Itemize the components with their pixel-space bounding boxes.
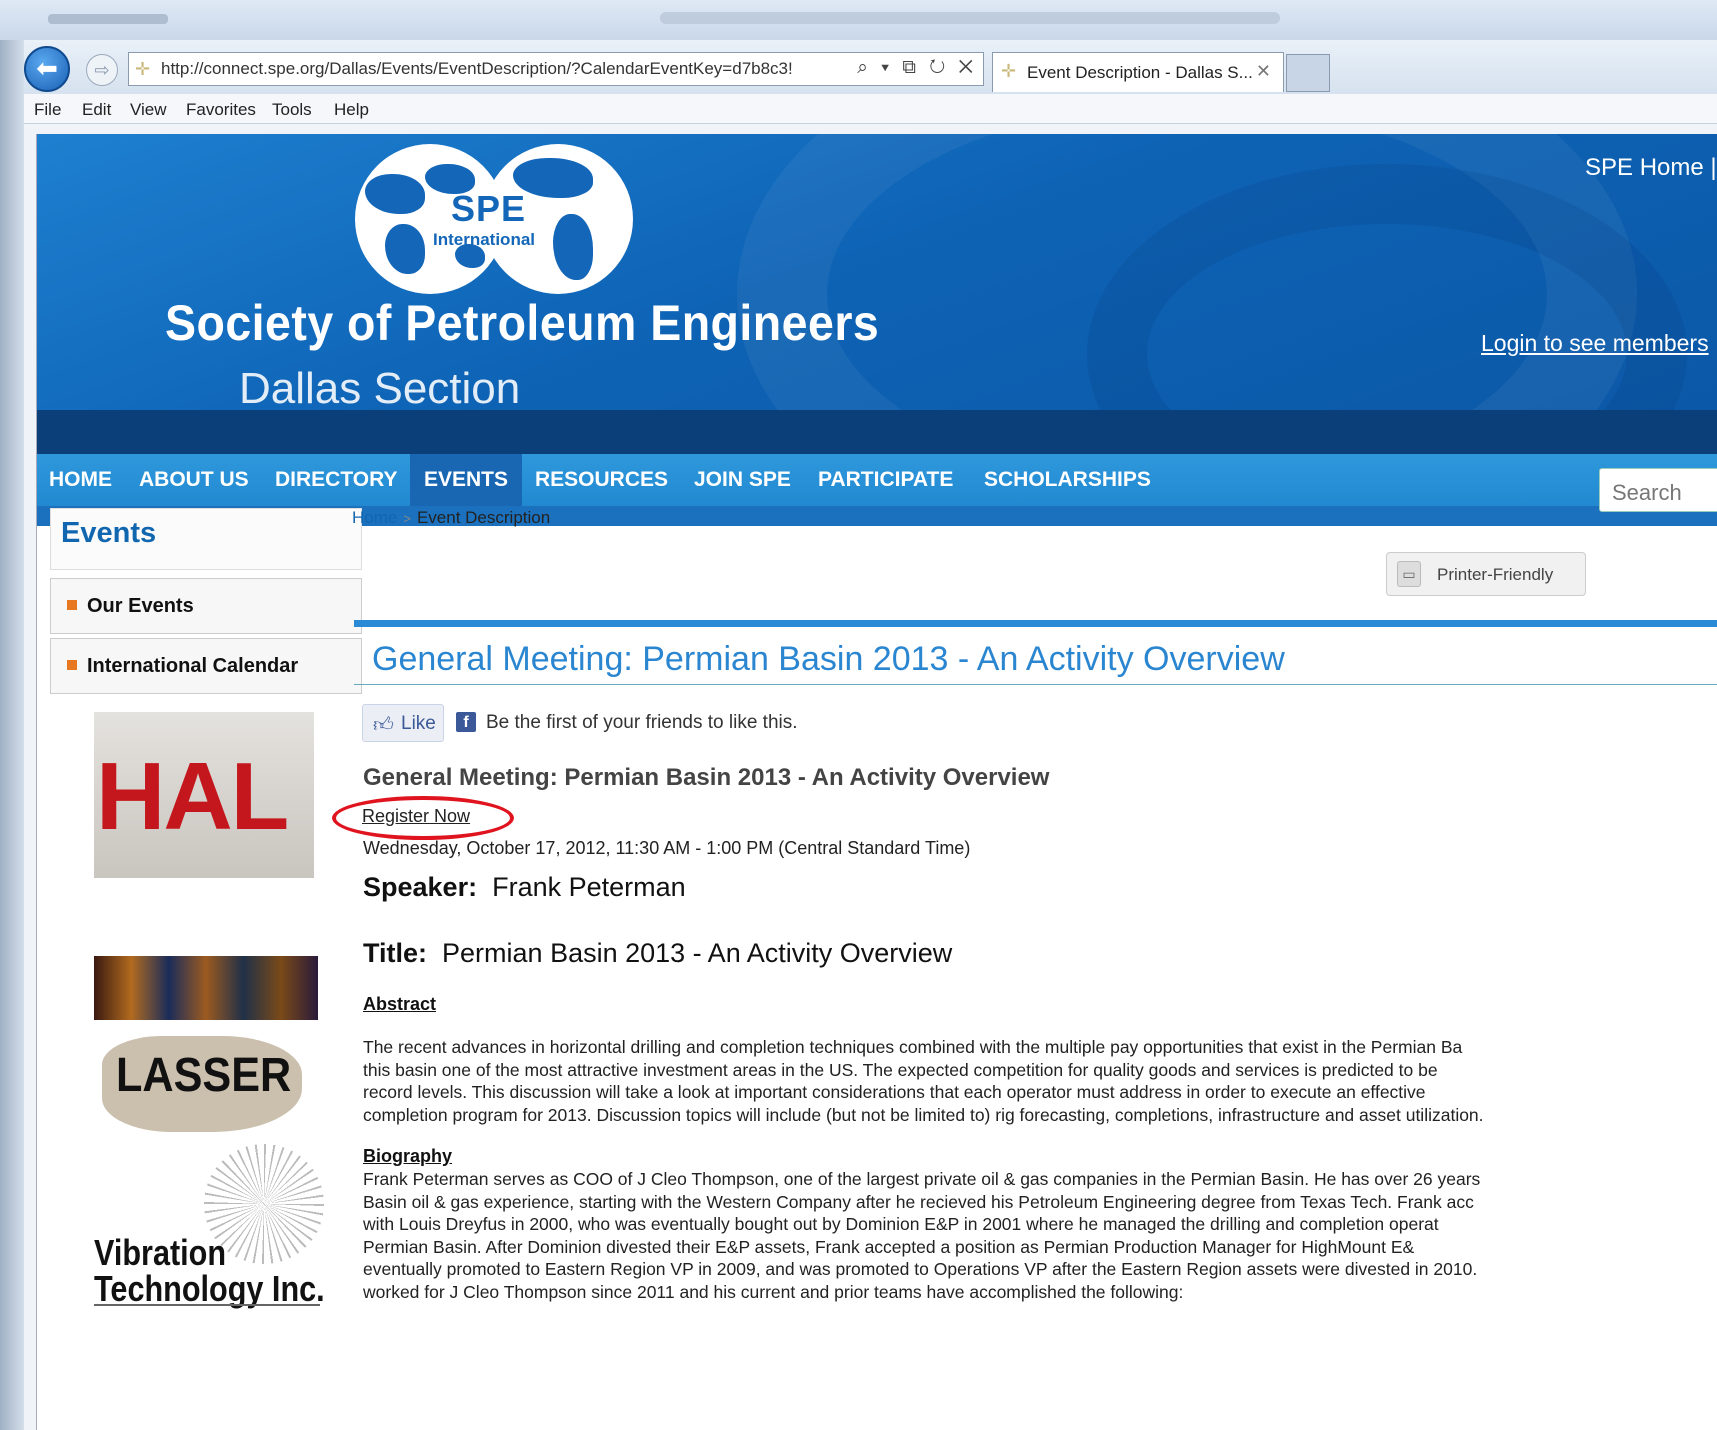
text-line: with Louis Dreyfus in 2000, who was even… bbox=[363, 1214, 1439, 1235]
printer-friendly-button[interactable]: ▭ Printer-Friendly bbox=[1386, 552, 1586, 596]
biography-heading: Biography bbox=[363, 1146, 453, 1166]
org-name: Society of Petroleum Engineers bbox=[165, 295, 880, 351]
window-edge bbox=[0, 40, 24, 1430]
spe-logo[interactable]: SPE International bbox=[355, 144, 645, 294]
event-heading: General Meeting: Permian Basin 2013 - An… bbox=[363, 764, 1050, 791]
sponsor-lasser-ad[interactable]: LASSER bbox=[94, 1030, 314, 1142]
section-name: Dallas Section bbox=[239, 364, 521, 413]
login-link[interactable]: Login to see members bbox=[1481, 330, 1709, 357]
sponsor-tagline bbox=[94, 1304, 320, 1306]
bullet-icon bbox=[67, 600, 77, 610]
text-line: Basin oil & gas experience, starting wit… bbox=[363, 1191, 1474, 1212]
tab-label: Event Description - Dallas S... bbox=[1027, 63, 1253, 82]
text-line: this basin one of the most attractive in… bbox=[363, 1059, 1438, 1080]
forward-button[interactable]: ⇨ bbox=[86, 54, 118, 86]
nav-directory[interactable]: DIRECTORY bbox=[275, 454, 398, 506]
printer-label: Printer-Friendly bbox=[1437, 565, 1554, 584]
menu-help[interactable]: Help bbox=[334, 100, 369, 120]
title-divider bbox=[354, 684, 1717, 685]
text-line: record levels. This discussion will take… bbox=[363, 1082, 1426, 1103]
back-arrow-icon: ⬅ bbox=[36, 53, 58, 83]
search-input[interactable]: Search bbox=[1599, 468, 1717, 512]
nav-resources[interactable]: RESOURCES bbox=[535, 454, 668, 506]
sidebar-title: Events bbox=[50, 508, 362, 570]
like-label: Like bbox=[401, 713, 436, 734]
text-line: Frank Peterman serves as COO of J Cleo T… bbox=[363, 1169, 1481, 1189]
sponsor-vibration-tech-ad[interactable]: Vibration Technology Inc. bbox=[94, 1144, 334, 1309]
site-header: SPE International Society of Petroleum E… bbox=[37, 134, 1717, 454]
text-line: Permian Basin. After Dominion divested t… bbox=[363, 1236, 1415, 1257]
text-line: completion program for 2013. Discussion … bbox=[363, 1104, 1484, 1125]
url-text: http://connect.spe.org/Dallas/Events/Eve… bbox=[161, 59, 793, 78]
new-tab-button[interactable] bbox=[1286, 54, 1330, 92]
nav-events[interactable]: EVENTS bbox=[410, 454, 523, 506]
breadcrumb-separator: > bbox=[403, 511, 411, 526]
text-line: eventually promoted to Eastern Region VP… bbox=[363, 1259, 1478, 1280]
printer-icon: ▭ bbox=[1397, 561, 1421, 587]
address-bar[interactable]: ✛ http://connect.spe.org/Dallas/Events/E… bbox=[128, 52, 984, 86]
window-title bbox=[660, 12, 1280, 24]
thumbs-up-icon: 👍︎ bbox=[373, 714, 394, 736]
logo-text: SPE bbox=[451, 188, 527, 229]
speaker-line: Speaker: Frank Peterman bbox=[363, 872, 686, 903]
nav-home[interactable]: HOME bbox=[49, 454, 112, 506]
search-placeholder: Search bbox=[1612, 480, 1682, 505]
page-title: General Meeting: Permian Basin 2013 - An… bbox=[372, 640, 1285, 678]
abstract-text: The recent advances in horizontal drilli… bbox=[363, 1036, 1713, 1126]
menu-view[interactable]: View bbox=[130, 100, 167, 120]
close-tab-icon[interactable]: ✕ bbox=[1256, 61, 1271, 82]
text-line: The recent advances in horizontal drilli… bbox=[363, 1037, 1463, 1057]
event-datetime: Wednesday, October 17, 2012, 11:30 AM - … bbox=[363, 838, 971, 858]
biography-text: Frank Peterman serves as COO of J Cleo T… bbox=[363, 1168, 1713, 1304]
window-titlebar bbox=[0, 0, 1717, 40]
breadcrumb: Home > Event Description bbox=[352, 508, 550, 528]
facebook-social-text: Be the first of your friends to like thi… bbox=[486, 712, 798, 733]
title-label: Title: bbox=[363, 938, 428, 968]
address-tools[interactable]: ⌕ ▾ ⧉ ↻ ✕ bbox=[857, 57, 977, 79]
sidebar-item-label: Our Events bbox=[87, 595, 194, 617]
breadcrumb-home[interactable]: Home bbox=[352, 508, 397, 527]
nav-join-spe[interactable]: JOIN SPE bbox=[694, 454, 791, 506]
speaker-label: Speaker: bbox=[363, 872, 478, 902]
title-line: Title: Permian Basin 2013 - An Activity … bbox=[363, 938, 952, 969]
text-line: worked for J Cleo Thompson since 2011 an… bbox=[363, 1281, 1184, 1302]
page-icon: ✛ bbox=[135, 59, 151, 79]
nav-participate[interactable]: PARTICIPATE bbox=[818, 454, 953, 506]
sponsor-logo-text: LASSER bbox=[116, 1049, 292, 1102]
sponsor-banner-image[interactable] bbox=[94, 956, 318, 1020]
menu-edit[interactable]: Edit bbox=[82, 100, 111, 120]
sponsor-halliburton-ad[interactable]: HAL bbox=[94, 712, 314, 878]
browser-navbar: ⬅ ⇨ ✛ http://connect.spe.org/Dallas/Even… bbox=[24, 40, 1717, 94]
logo-subtext: International bbox=[433, 230, 536, 249]
title-rule bbox=[354, 620, 1717, 627]
quick-access-toolbar bbox=[48, 14, 168, 24]
menu-favorites[interactable]: Favorites bbox=[186, 100, 256, 120]
sidebar-item-our-events[interactable]: Our Events bbox=[50, 578, 362, 634]
bullet-icon bbox=[67, 660, 77, 670]
sidebar-item-international-calendar[interactable]: International Calendar bbox=[50, 638, 362, 694]
spe-home-link[interactable]: SPE Home | bbox=[1585, 154, 1717, 182]
speaker-name: Frank Peterman bbox=[492, 872, 686, 902]
abstract-heading: Abstract bbox=[363, 994, 437, 1014]
tab-icon: ✛ bbox=[1001, 61, 1017, 81]
facebook-icon: f bbox=[456, 712, 476, 732]
nav-about-us[interactable]: ABOUT US bbox=[139, 454, 249, 506]
back-button[interactable]: ⬅ bbox=[24, 46, 70, 92]
menu-bar: File Edit View Favorites Tools Help bbox=[24, 94, 1717, 124]
nav-scholarships[interactable]: SCHOLARSHIPS bbox=[984, 454, 1151, 506]
browser-tab[interactable]: ✛ Event Description - Dallas S... ✕ bbox=[992, 52, 1284, 92]
menu-tools[interactable]: Tools bbox=[272, 100, 312, 120]
breadcrumb-current: Event Description bbox=[416, 508, 551, 527]
highlight-circle-annotation bbox=[332, 796, 514, 840]
browser-window: ⬅ ⇨ ✛ http://connect.spe.org/Dallas/Even… bbox=[0, 0, 1717, 1430]
title-value: Permian Basin 2013 - An Activity Overvie… bbox=[442, 938, 953, 968]
forward-arrow-icon: ⇨ bbox=[94, 60, 110, 80]
header-band bbox=[37, 410, 1717, 454]
facebook-like-button[interactable]: 👍︎ Like bbox=[362, 704, 444, 742]
sponsor-logo-text: HAL bbox=[96, 743, 289, 850]
menu-file[interactable]: File bbox=[34, 100, 61, 120]
sidebar-item-label: International Calendar bbox=[87, 655, 299, 677]
